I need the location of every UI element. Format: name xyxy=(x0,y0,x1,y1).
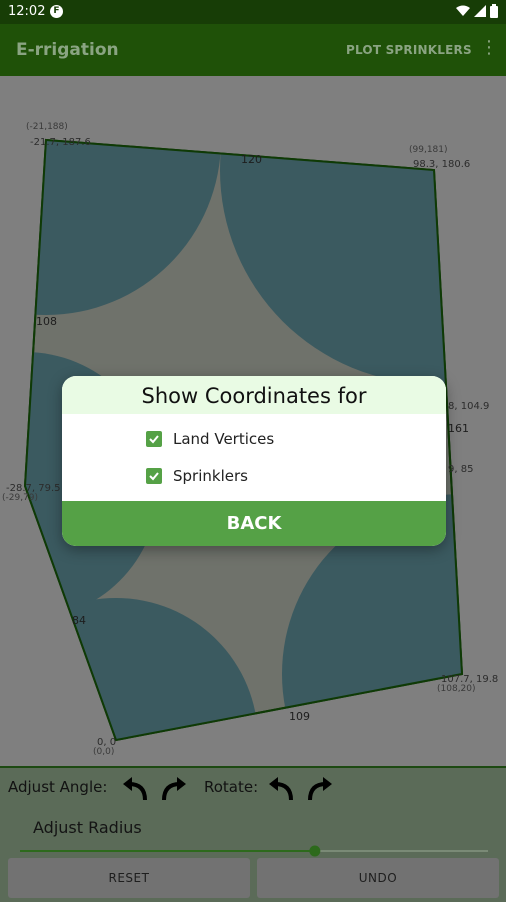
wifi-icon xyxy=(456,5,470,16)
undo-button[interactable]: UNDO xyxy=(257,858,499,898)
overflow-menu-icon[interactable]: ⋮ xyxy=(480,38,498,58)
status-time: 12:02 xyxy=(8,4,46,19)
checkbox-checked-icon[interactable] xyxy=(146,431,162,447)
rotate-right-icon[interactable] xyxy=(160,774,190,804)
vertex-coords-label: (108,20) xyxy=(437,684,476,694)
edge-length-label: 120 xyxy=(241,153,262,166)
vertex-value-label: 8, 104.9 xyxy=(448,401,490,412)
app-bar: E-rrigation PLOT SPRINKLERS ⋮ xyxy=(0,24,506,76)
adjust-radius-label: Adjust Radius xyxy=(33,818,142,837)
controls-panel: Adjust Angle: Rotate: Adjust Radius RESE… xyxy=(0,766,506,902)
checkbox-checked-icon[interactable] xyxy=(146,468,162,484)
rotate-left-icon[interactable] xyxy=(119,774,149,804)
dialog-title: Show Coordinates for xyxy=(62,376,446,414)
app-title: E-rrigation xyxy=(16,40,119,60)
slider-thumb[interactable] xyxy=(309,845,321,857)
signal-icon xyxy=(474,5,486,17)
edge-length-label: 109 xyxy=(289,710,310,723)
rotate-label: Rotate: xyxy=(204,778,259,796)
option-label: Sprinklers xyxy=(173,467,248,485)
status-bar: 12:02 F xyxy=(0,0,506,24)
vertex-value-label: -21.7, 187.6 xyxy=(30,137,91,148)
reset-button[interactable]: RESET xyxy=(8,858,250,898)
rotate-right-icon[interactable] xyxy=(306,774,336,804)
adjust-angle-label: Adjust Angle: xyxy=(8,778,108,796)
battery-icon xyxy=(490,4,498,18)
radius-slider[interactable] xyxy=(20,844,488,858)
vertex-value-label: 9, 85 xyxy=(448,464,474,475)
option-label: Land Vertices xyxy=(173,430,275,448)
option-land-vertices[interactable]: Land Vertices xyxy=(146,429,274,449)
vertex-coords-label: (99,181) xyxy=(409,145,448,155)
vertex-coords-label: (-29,79) xyxy=(2,493,39,503)
plot-sprinklers-button[interactable]: PLOT SPRINKLERS xyxy=(346,43,472,57)
edge-length-label: 108 xyxy=(36,315,57,328)
vertex-coords-label: (-21,188) xyxy=(26,122,68,132)
edge-length-label: 84 xyxy=(72,614,86,627)
back-button[interactable]: BACK xyxy=(62,501,446,546)
status-icons xyxy=(456,4,498,18)
app-notification-icon: F xyxy=(50,5,63,18)
option-sprinklers[interactable]: Sprinklers xyxy=(146,466,248,486)
edge-length-label: 161 xyxy=(448,422,469,435)
vertex-value-label: 98.3, 180.6 xyxy=(413,159,471,170)
show-coordinates-dialog: Show Coordinates for Land Vertices Sprin… xyxy=(62,376,446,546)
rotate-left-icon[interactable] xyxy=(265,774,295,804)
vertex-coords-label: (0,0) xyxy=(93,747,115,757)
